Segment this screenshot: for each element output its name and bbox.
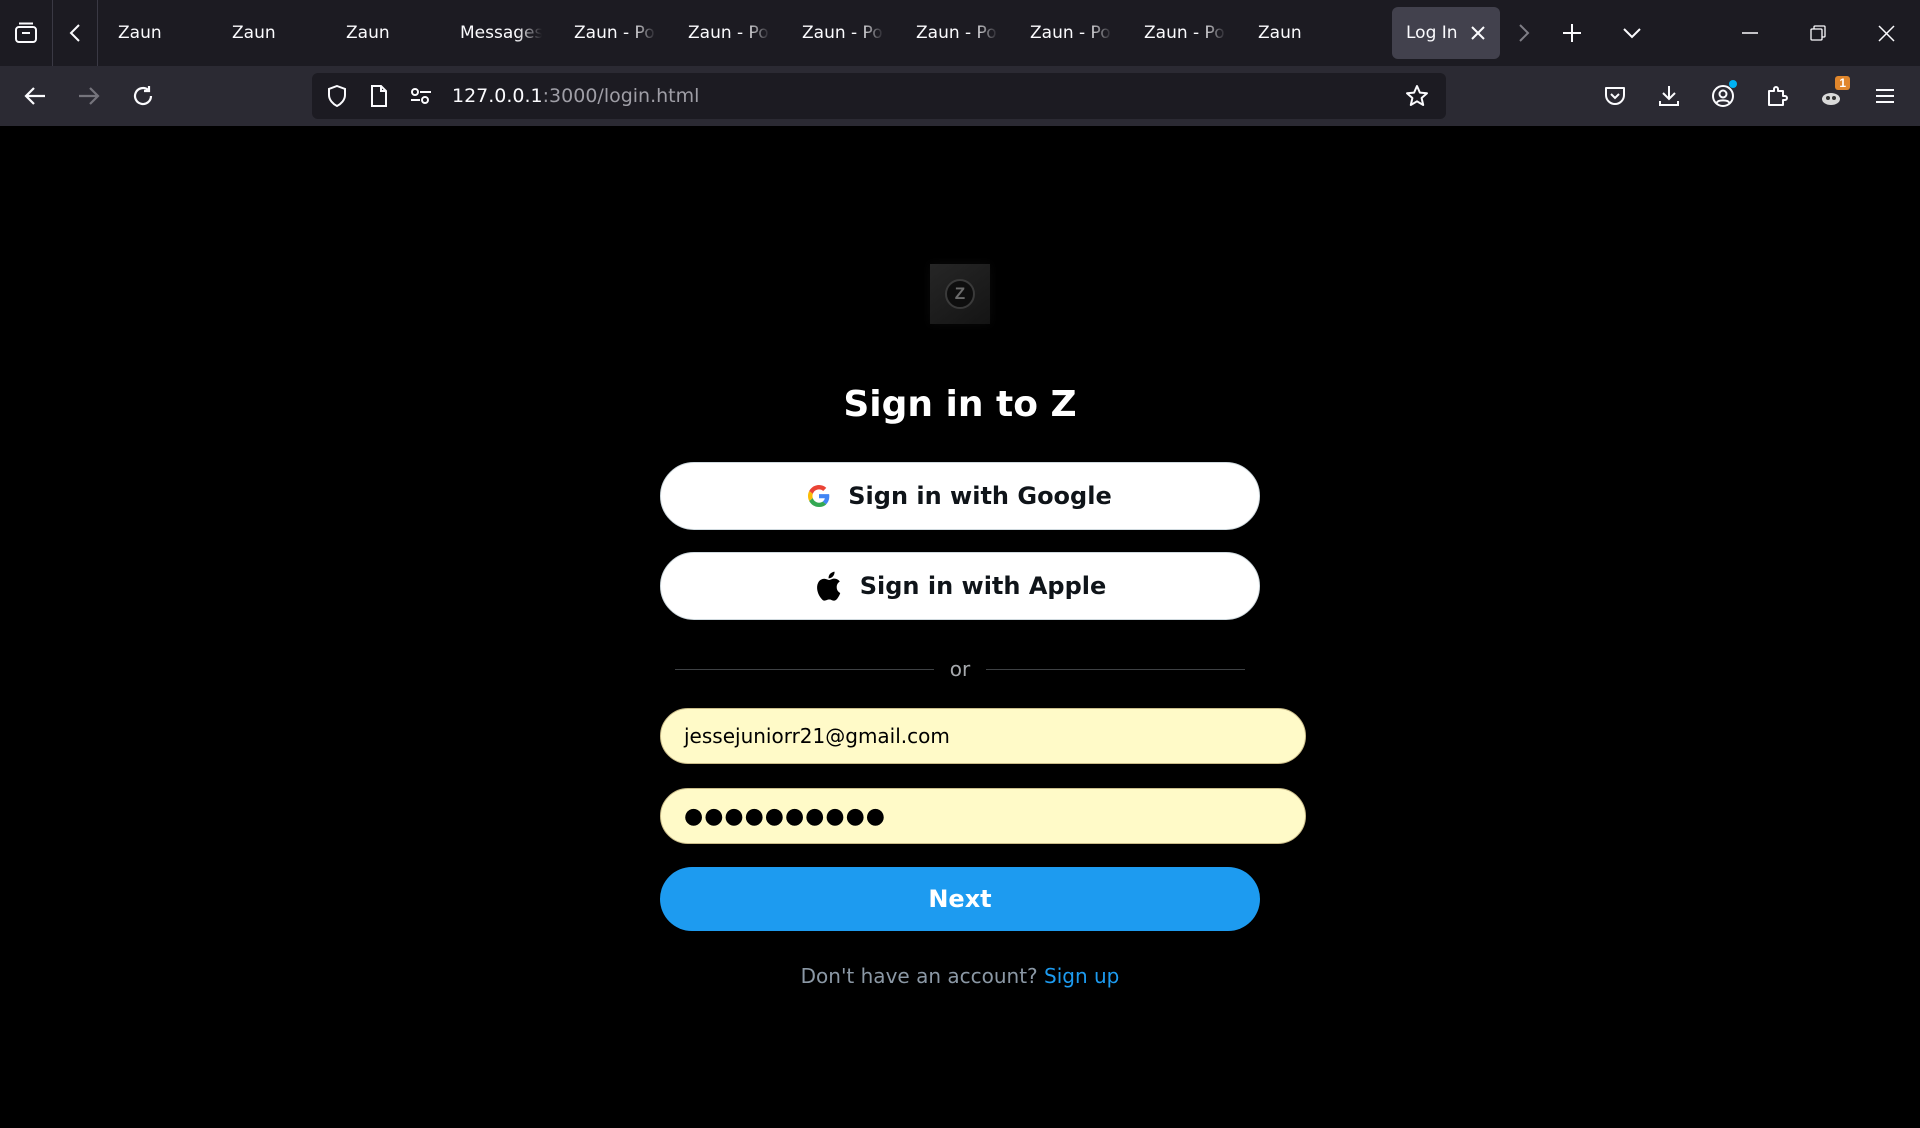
minimize-button[interactable] xyxy=(1716,0,1784,66)
plus-icon xyxy=(1563,24,1581,42)
google-icon xyxy=(808,485,830,507)
tab-label: Zaun xyxy=(232,23,276,43)
google-button-label: Sign in with Google xyxy=(848,482,1112,510)
close-icon xyxy=(1877,24,1895,42)
tab-label: Zaun - Po xyxy=(1030,23,1111,43)
account-button[interactable] xyxy=(1696,66,1750,126)
tab-label: Zaun - Po xyxy=(916,23,997,43)
sign-in-apple-button[interactable]: Sign in with Apple xyxy=(660,552,1260,620)
reload-icon xyxy=(133,86,153,106)
chevron-right-icon xyxy=(1519,24,1530,42)
notification-dot xyxy=(1729,80,1737,88)
back-button[interactable] xyxy=(8,66,62,126)
tab[interactable]: Zaun - Po xyxy=(902,7,1016,59)
email-input[interactable]: jessejuniorr21@gmail.com xyxy=(660,708,1306,764)
or-divider: or xyxy=(675,656,1245,682)
z-logo-mark: Z xyxy=(945,279,975,309)
tab-active[interactable]: Log In xyxy=(1392,7,1500,59)
arrow-left-icon xyxy=(24,87,45,105)
tab-label: Zaun xyxy=(346,23,390,43)
list-all-tabs-button[interactable] xyxy=(1602,0,1662,66)
password-input[interactable]: ●●●●●●●●●● xyxy=(660,788,1306,844)
scroll-tabs-right-button[interactable] xyxy=(1506,0,1542,66)
hamburger-menu-icon xyxy=(1876,89,1894,103)
reload-button[interactable] xyxy=(116,66,170,126)
pocket-icon xyxy=(1605,87,1625,105)
tab-label: Zaun - Po xyxy=(1144,23,1225,43)
tab-overview-icon xyxy=(15,22,37,43)
divider-line xyxy=(986,668,1245,670)
app-menu-button[interactable] xyxy=(1858,66,1912,126)
tab[interactable]: Messages xyxy=(446,7,560,59)
bookmark-button[interactable] xyxy=(1396,73,1438,119)
sign-in-google-button[interactable]: Sign in with Google xyxy=(660,462,1260,530)
tab[interactable]: Zaun - Po xyxy=(674,7,788,59)
tab[interactable]: Zaun - Po xyxy=(1130,7,1244,59)
chevron-left-icon xyxy=(69,24,80,42)
tab-list: Zaun Zaun Zaun Messages Zaun - Po Zaun -… xyxy=(98,0,1500,66)
tab[interactable]: Zaun xyxy=(332,7,446,59)
scroll-tabs-left-button[interactable] xyxy=(53,0,97,66)
address-bar[interactable]: 127.0.0.1:3000/login.html xyxy=(312,73,1446,119)
page-info-button[interactable] xyxy=(358,73,400,119)
navigation-toolbar: 127.0.0.1:3000/login.html 1 xyxy=(0,66,1920,126)
next-button[interactable]: Next xyxy=(660,867,1260,931)
signup-prompt: Don't have an account? Sign up xyxy=(0,964,1920,988)
tab-label: Zaun xyxy=(118,23,162,43)
url-host: 127.0.0.1 xyxy=(452,85,543,107)
star-icon xyxy=(1406,85,1428,106)
extension-addon-button[interactable]: 1 xyxy=(1804,66,1858,126)
chevron-down-icon xyxy=(1623,28,1641,39)
new-tab-button[interactable] xyxy=(1542,0,1602,66)
tab-label: Zaun xyxy=(1258,23,1302,43)
tab[interactable]: Zaun - Po xyxy=(1016,7,1130,59)
restore-icon xyxy=(1810,25,1826,41)
apple-button-label: Sign in with Apple xyxy=(859,572,1107,600)
extension-badge: 1 xyxy=(1835,76,1850,90)
tab[interactable]: Zaun xyxy=(104,7,218,59)
tab-label: Messages xyxy=(460,23,542,43)
tab[interactable]: Zaun xyxy=(1244,7,1358,59)
close-tab-button[interactable] xyxy=(1468,23,1488,43)
minimize-icon xyxy=(1742,32,1758,34)
apple-icon xyxy=(814,570,842,602)
url-path: :3000/login.html xyxy=(542,85,700,107)
login-page: Z Sign in to Z Sign in with Google Sign … xyxy=(0,126,1920,1128)
page-icon xyxy=(371,85,387,107)
permissions-icon xyxy=(411,88,431,104)
z-logo: Z xyxy=(930,264,990,324)
window-controls xyxy=(1716,0,1920,66)
tab[interactable]: Zaun xyxy=(218,7,332,59)
page-title: Sign in to Z xyxy=(843,384,1077,425)
pocket-button[interactable] xyxy=(1588,66,1642,126)
extensions-button[interactable] xyxy=(1750,66,1804,126)
tab-overview-button[interactable] xyxy=(0,0,52,66)
permissions-button[interactable] xyxy=(400,73,442,119)
tab[interactable]: Zaun - Po xyxy=(788,7,902,59)
close-window-button[interactable] xyxy=(1852,0,1920,66)
tab-label: Log In xyxy=(1406,23,1458,43)
close-icon xyxy=(1471,26,1485,40)
shield-icon xyxy=(328,85,346,107)
sign-up-link[interactable]: Sign up xyxy=(1044,964,1119,988)
toolbar-right: 1 xyxy=(1588,66,1912,126)
tab-label: Zaun - Po xyxy=(688,23,769,43)
tab-label: Zaun - Po xyxy=(574,23,655,43)
downloads-button[interactable] xyxy=(1642,66,1696,126)
tab-label: Zaun - Po xyxy=(802,23,883,43)
arrow-right-icon xyxy=(79,87,100,105)
tab-strip: Zaun Zaun Zaun Messages Zaun - Po Zaun -… xyxy=(0,0,1920,66)
forward-button[interactable] xyxy=(62,66,116,126)
no-account-text: Don't have an account? xyxy=(800,964,1038,988)
tracking-protection-button[interactable] xyxy=(316,73,358,119)
url-text: 127.0.0.1:3000/login.html xyxy=(452,85,699,107)
tab[interactable]: Zaun - Po xyxy=(560,7,674,59)
puzzle-icon xyxy=(1768,86,1788,106)
divider-line xyxy=(675,668,934,670)
download-icon xyxy=(1659,86,1679,106)
divider-text: or xyxy=(949,657,971,681)
restore-button[interactable] xyxy=(1784,0,1852,66)
tab-controls xyxy=(1506,0,1662,66)
